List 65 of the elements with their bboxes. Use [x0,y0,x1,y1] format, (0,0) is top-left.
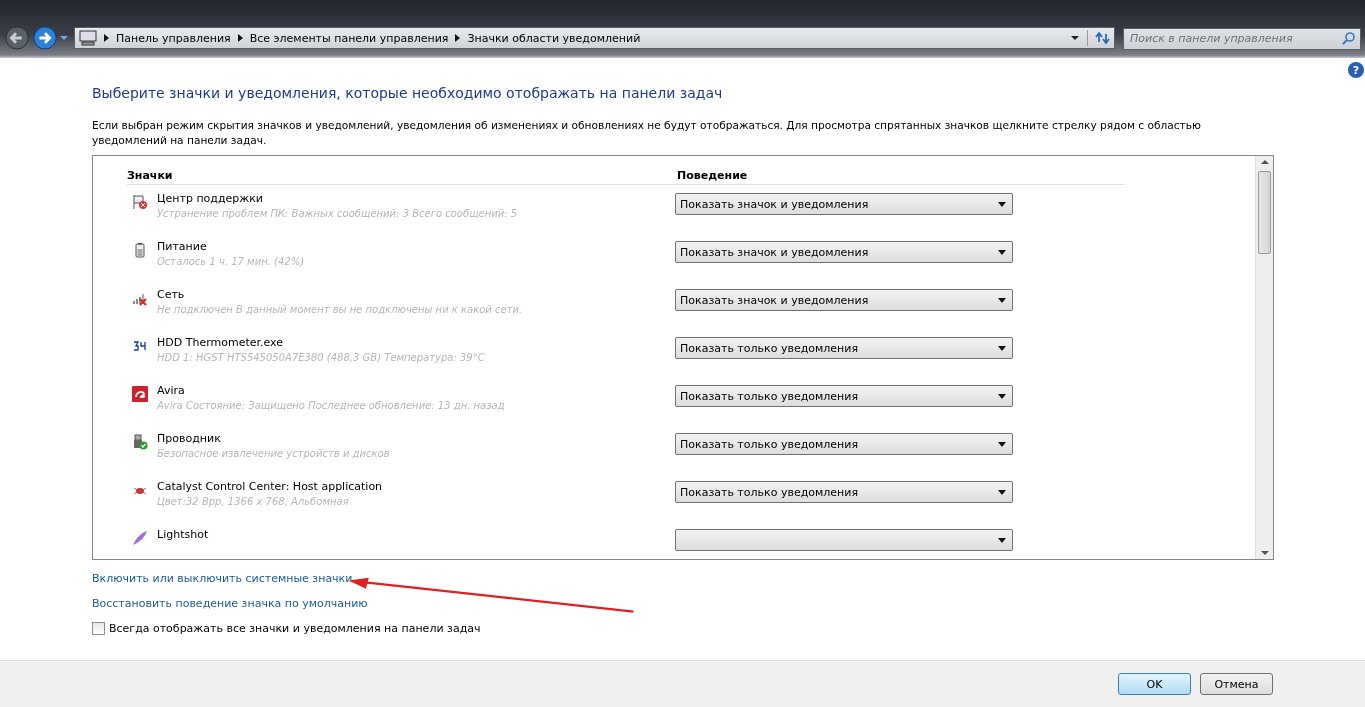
feather-icon [132,530,148,546]
search-icon [1342,31,1356,45]
dialog-button[interactable]: OK [1118,673,1191,695]
link[interactable]: Включить или выключить системные значки [92,572,353,585]
column-header: Значки [127,169,174,182]
breadcrumb-item[interactable]: Все элементы панели управления [249,31,449,45]
scrollbar[interactable] [1255,156,1273,559]
shield-letter-icon [132,386,148,402]
computer-icon [79,30,97,46]
caret-icon[interactable] [998,441,1006,447]
dialog-button[interactable]: Отмена [1200,673,1273,695]
behavior-dropdown[interactable]: Показать только уведомления [675,385,1013,407]
behavior-dropdown[interactable]: Показать значок и уведомления [675,241,1013,263]
behavior-dropdown[interactable]: Показать только уведомления [675,481,1013,503]
app-status: Не подключен В данный момент вы не подключены ни к какой сети. [157,303,523,317]
chevron-icon[interactable] [455,34,461,42]
app-name: Центр поддержки [157,191,264,206]
app-status: Осталось 1 ч. 17 мин. (42%) [157,255,305,269]
flag-icon [132,194,148,210]
checkbox-label[interactable]: Всегда отображать все значки и уведомления на панели задач [109,622,481,635]
caret-icon[interactable] [998,297,1006,303]
help-button[interactable]: ? [1348,62,1364,78]
app-name: Avira [157,383,186,398]
breadcrumb-item[interactable]: Панель управления [116,31,231,45]
caret-icon[interactable] [998,537,1006,543]
scroll-up-icon[interactable] [1260,159,1269,165]
scroll-down-icon[interactable] [1260,550,1269,556]
search-field[interactable]: Поиск в панели управления [1123,27,1361,50]
caret-icon[interactable] [998,201,1006,207]
dropdown-caret-icon[interactable] [1071,35,1079,41]
app-name: HDD Thermometer.exe [157,335,285,350]
chevron-icon[interactable] [104,34,109,42]
scrollbar-thumb[interactable] [1258,171,1271,254]
app-status: HDD 1: HGST HTS545050A7E380 (488,3 GB) Температура: 39°C [157,351,485,365]
caret-icon[interactable] [998,489,1006,495]
behavior-dropdown[interactable]: Показать только уведомления [675,337,1013,359]
behavior-dropdown[interactable]: Показать только уведомления [675,433,1013,455]
behavior-dropdown[interactable]: Показать значок и уведомления [675,289,1013,311]
forward-button[interactable] [32,25,58,51]
checkbox[interactable] [92,622,105,635]
caret-icon[interactable] [998,345,1006,351]
app-name: Lightshot [157,527,209,542]
page-heading: Выберите значки и уведомления, которые необходимо отображать на панели задач [92,85,723,101]
behavior-dropdown[interactable] [675,529,1013,551]
behavior-dropdown[interactable]: Показать значок и уведомления [675,193,1013,215]
chevron-icon[interactable] [237,34,243,42]
number-icon [132,338,148,354]
app-name: Проводник [157,431,222,446]
caret-icon[interactable] [998,249,1006,255]
breadcrumb-item[interactable]: Значки области уведомлений [467,31,641,45]
app-status: Безопасное извлечение устройств и дисков [157,447,390,461]
app-name: Catalyst Control Center: Host application [157,479,383,494]
address-bar[interactable]: Панель управления Все элементы панели управления Значки области уведомлений [74,27,1115,49]
back-button[interactable] [4,25,30,51]
description-text: Если выбран режим скрытия значков и уведомлений, уведомления об изменениях и обновлениях не будут отображаться. Для просмотра спрятанных значков щелкните стрелку рядом с областью уведомлений на панели задач. [92,118,1202,148]
usb-check-icon [132,434,148,450]
app-status: Avira Состояние: Защищено Последнее обновление: 13 дн. назад [157,399,505,413]
caret-icon[interactable] [998,393,1006,399]
app-name: Сеть [157,287,186,302]
column-header: Поведение [677,169,748,182]
app-status: Цвет:32 Bpp, 1366 x 768, Альбомная [157,495,350,509]
app-name: Питание [157,239,208,254]
app-status: Устранение проблем ПК: Важных сообщений: 3 Всего сообщений: 5 [157,207,518,221]
link[interactable]: Восстановить поведение значка по умолчанию [92,597,368,610]
battery-icon [132,242,148,258]
